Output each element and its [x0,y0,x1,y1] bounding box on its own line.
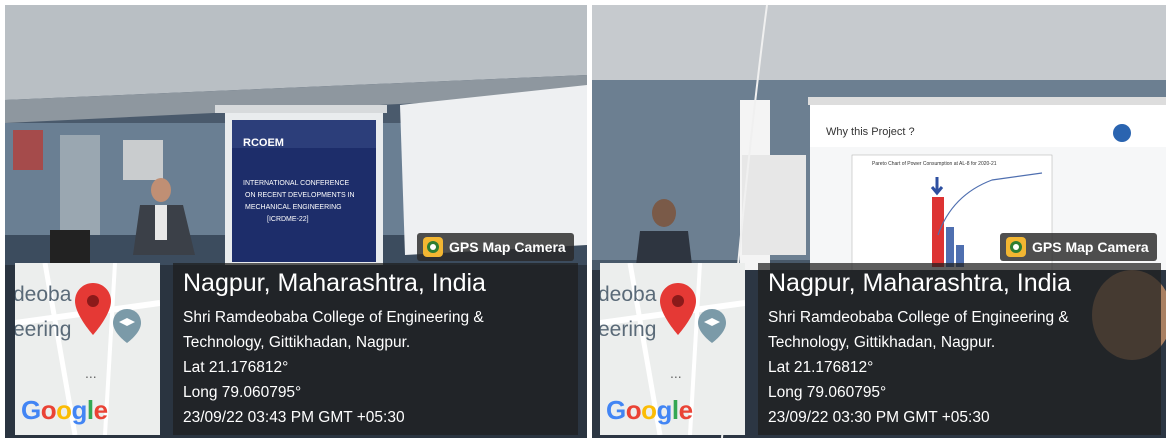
map-dots: ... [670,365,682,381]
education-place-icon [113,309,141,343]
conference-photo-left: RCOEM INTERNATIONAL CONFERENCE ON RECENT… [5,5,587,438]
conference-photo-right: Why this Project ? Pareto Chart of Power… [592,5,1166,438]
slide-title-2: ON RECENT DEVELOPMENTS IN [245,192,355,199]
google-logo: Google [606,395,693,425]
map-dots: ... [85,365,97,381]
longitude: Long 79.060795° [768,384,887,401]
address-line-1: Shri Ramdeobaba College of Engineering & [768,309,1069,326]
gps-badge-label: GPS Map Camera [1032,239,1149,255]
latitude: Lat 21.176812° [183,359,289,376]
google-logo: Google [21,395,108,425]
gps-camera-icon [1006,237,1026,257]
map-place-fragment-2: eering [600,318,657,341]
map-place-fragment-1: deoba [15,283,72,306]
location-pin-icon [660,283,696,335]
address-line-1: Shri Ramdeobaba College of Engineering & [183,309,484,326]
latitude: Lat 21.176812° [768,359,874,376]
gps-map-camera-badge: GPS Map Camera [417,233,574,261]
map-place-fragment-1: deoba [600,283,657,306]
location-city: Nagpur, Maharashtra, India [183,269,486,297]
address-line-2: Technology, Gittikhadan, Nagpur. [183,334,411,351]
address-line-2: Technology, Gittikhadan, Nagpur. [768,334,996,351]
education-place-icon [698,309,726,343]
timestamp: 23/09/22 03:43 PM GMT +05:30 [183,409,405,426]
slide-title-1: INTERNATIONAL CONFERENCE [243,180,350,187]
gps-camera-icon [423,237,443,257]
map-place-fragment-2: eering [15,318,72,341]
timestamp: 23/09/22 03:30 PM GMT +05:30 [768,409,990,426]
location-city: Nagpur, Maharashtra, India [768,269,1071,297]
slide-chart-title: Pareto Chart of Power Consumption at AL-… [872,161,997,167]
gps-map-camera-badge: GPS Map Camera [1000,233,1157,261]
slide-title-4: [ICRDME-22] [267,216,309,223]
photo-collage: RCOEM INTERNATIONAL CONFERENCE ON RECENT… [0,0,1170,443]
slide-title-3: MECHANICAL ENGINEERING [245,204,342,211]
location-pin-icon [75,283,111,335]
longitude: Long 79.060795° [183,384,302,401]
location-info-panel: Nagpur, Maharashtra, India Shri Ramdeoba… [173,263,578,435]
gps-badge-label: GPS Map Camera [449,239,566,255]
map-thumbnail: deoba eering ... Google [15,263,160,435]
map-thumbnail: deoba eering ... Google [600,263,745,435]
slide-brand: RCOEM [243,137,284,149]
location-info-panel: Nagpur, Maharashtra, India Shri Ramdeoba… [758,263,1161,435]
slide-heading: Why this Project ? [826,126,915,138]
